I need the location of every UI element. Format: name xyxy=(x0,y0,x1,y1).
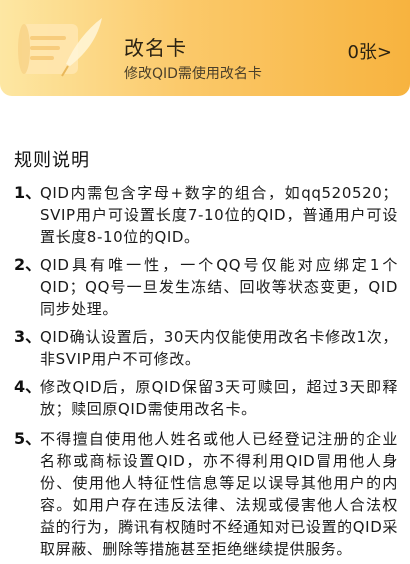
rule-text: QID确认设置后，30天内仅能使用改名卡修改1次，非SVIP用户不可修改。 xyxy=(40,328,398,368)
card-title: 改名卡 xyxy=(124,36,187,60)
rule-text: 不得擅自使用他人姓名或他人已经登记注册的企业名称或商标设置QID，亦不得利用QI… xyxy=(40,430,398,558)
scroll-quill-icon xyxy=(18,18,102,77)
rule-number: 3、 xyxy=(14,327,42,346)
rule-number: 1、 xyxy=(14,183,42,202)
rule-item-5: 5、 不得擅自使用他人姓名或他人已经登记注册的企业名称或商标设置QID，亦不得利… xyxy=(14,428,398,560)
rule-number: 4、 xyxy=(14,377,42,396)
rule-number: 5、 xyxy=(14,429,42,448)
rename-card-banner[interactable]: 改名卡 修改QID需使用改名卡 0张> xyxy=(0,0,410,96)
rule-item-1: 1、 QID内需包含字母+数字的组合，如qq520520；SVIP用户可设置长度… xyxy=(14,182,398,248)
card-subtitle: 修改QID需使用改名卡 xyxy=(124,66,262,82)
card-count-link[interactable]: 0张> xyxy=(347,38,392,64)
rule-item-3: 3、 QID确认设置后，30天内仅能使用改名卡修改1次，非SVIP用户不可修改。 xyxy=(14,326,398,370)
rule-text: 修改QID后，原QID保留3天可赎回，超过3天即释放；赎回原QID需使用改名卡。 xyxy=(40,378,398,418)
rule-text: QID具有唯一性，一个QQ号仅能对应绑定1个QID；QQ号一旦发生冻结、回收等状… xyxy=(40,256,398,318)
rules-title: 规则说明 xyxy=(14,150,90,171)
rule-item-4: 4、 修改QID后，原QID保留3天可赎回，超过3天即释放；赎回原QID需使用改… xyxy=(14,376,398,420)
rule-item-2: 2、 QID具有唯一性，一个QQ号仅能对应绑定1个QID；QQ号一旦发生冻结、回… xyxy=(14,254,398,320)
rule-number: 2、 xyxy=(14,255,42,274)
rule-text: QID内需包含字母+数字的组合，如qq520520；SVIP用户可设置长度7-1… xyxy=(40,184,398,246)
